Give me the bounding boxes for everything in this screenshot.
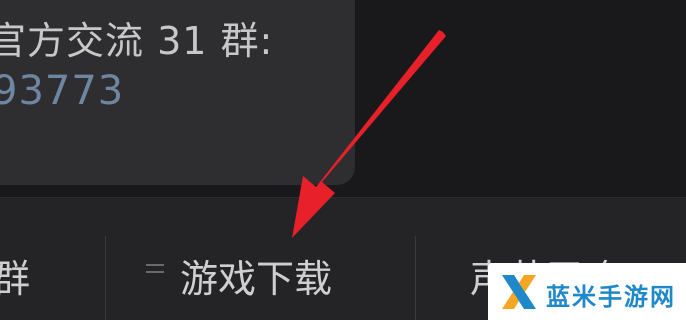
menu-divider [105, 236, 106, 320]
group-number-text: 93773 [0, 68, 125, 114]
menu-list-icon [146, 264, 164, 280]
x-logo-icon [502, 275, 536, 309]
watermark-badge: 蓝米手游网 [488, 263, 686, 320]
screen: 官方交流 31 群: 93773 群 游戏下载 声萌召唤 蓝米手游网 [0, 0, 686, 320]
message-bubble: 官方交流 31 群: 93773 [0, 0, 355, 185]
menu-item-group[interactable]: 群 [0, 248, 30, 303]
group-name-text: 官方交流 31 群: [0, 19, 274, 63]
menu-divider [415, 236, 416, 320]
menu-item-game-download[interactable]: 游戏下载 [180, 248, 332, 303]
watermark-text: 蓝米手游网 [546, 283, 676, 311]
